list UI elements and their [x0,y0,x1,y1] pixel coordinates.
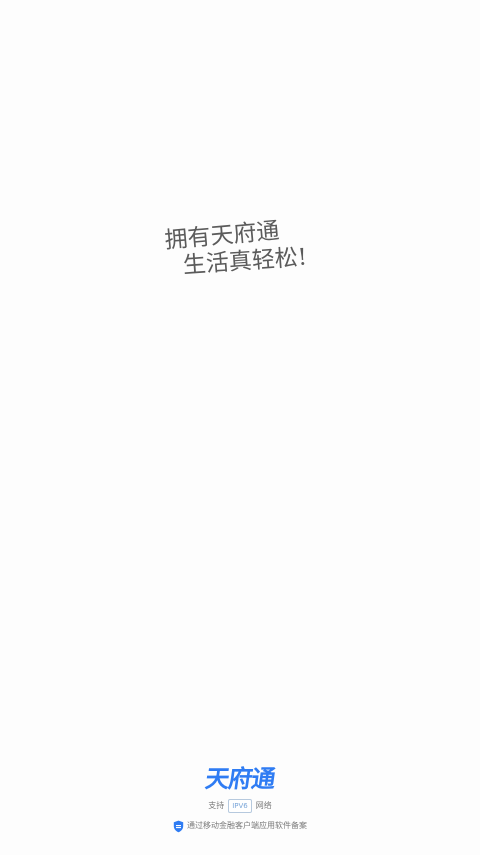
brand-logo: 天府通 [203,765,277,793]
ipv6-badge: IPV6 [228,799,252,813]
slogan: 拥有天府通 生活真轻松! [164,218,316,284]
splash-screen: 拥有天府通 生活真轻松! 天府通 支持 IPV6 网络 通过移动金融客户端应用软… [0,0,480,855]
filing-text: 通过移动金融客户端应用软件备案 [187,821,307,830]
ipv6-support-row: 支持 IPV6 网络 [0,798,480,814]
shield-icon [173,820,184,833]
filing-notice-row: 通过移动金融客户端应用软件备案 [0,818,480,834]
support-prefix: 支持 [208,801,225,810]
support-suffix: 网络 [255,801,272,810]
